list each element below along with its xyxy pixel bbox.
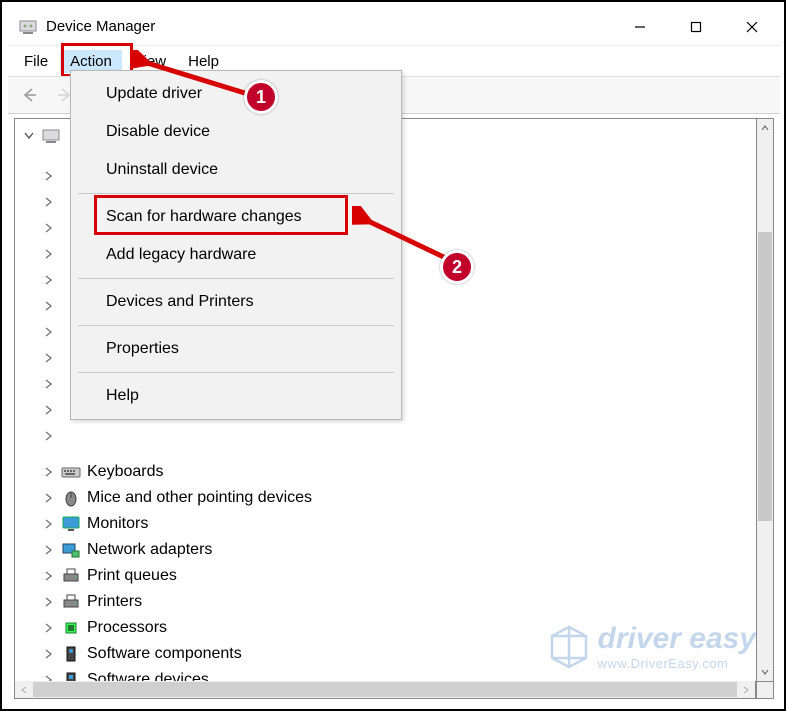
- menu-file[interactable]: File: [14, 50, 58, 73]
- expand-icon[interactable]: [43, 466, 55, 478]
- expand-icon[interactable]: [43, 352, 55, 364]
- expand-icon[interactable]: [43, 518, 55, 530]
- scroll-thumb[interactable]: [758, 232, 772, 521]
- minimize-button[interactable]: [612, 8, 668, 45]
- menu-item-add-legacy[interactable]: Add legacy hardware: [72, 236, 400, 274]
- expand-icon[interactable]: [43, 300, 55, 312]
- expand-icon[interactable]: [43, 274, 55, 286]
- menu-item-help[interactable]: Help: [72, 377, 400, 415]
- expand-icon[interactable]: [43, 430, 55, 442]
- annotation-badge-2: 2: [440, 250, 474, 284]
- scroll-thumb[interactable]: [33, 682, 737, 697]
- menu-item-label: Add legacy hardware: [106, 246, 256, 264]
- device-manager-icon: [18, 17, 38, 37]
- menu-item-update-driver[interactable]: Update driver: [72, 75, 400, 113]
- menu-item-label: Properties: [106, 340, 179, 358]
- window-title: Device Manager: [46, 18, 155, 35]
- menu-separator: [78, 278, 394, 279]
- expand-icon[interactable]: [43, 596, 55, 608]
- menu-item-properties[interactable]: Properties: [72, 330, 400, 368]
- collapse-icon[interactable]: [23, 130, 35, 142]
- printer-icon: [61, 592, 81, 612]
- horizontal-scrollbar[interactable]: [14, 681, 756, 699]
- expand-icon[interactable]: [43, 570, 55, 582]
- watermark-title: driver easy: [598, 624, 756, 654]
- menu-item-label: Update driver: [106, 85, 202, 103]
- tree-item-mice[interactable]: Mice and other pointing devices: [17, 485, 771, 511]
- expand-icon[interactable]: [43, 222, 55, 234]
- menu-item-scan-hardware[interactable]: Scan for hardware changes: [72, 198, 400, 236]
- tree-item-label: Mice and other pointing devices: [87, 489, 312, 507]
- computer-icon: [41, 126, 61, 146]
- action-dropdown-menu: Update driver Disable device Uninstall d…: [70, 70, 402, 420]
- menu-item-disable-device[interactable]: Disable device: [72, 113, 400, 151]
- tree-item-label: Print queues: [87, 567, 177, 585]
- tree-item[interactable]: [17, 423, 771, 449]
- tree-item-printqueues[interactable]: Print queues: [17, 563, 771, 589]
- menu-separator: [78, 193, 394, 194]
- network-icon: [61, 540, 81, 560]
- printer-icon: [61, 566, 81, 586]
- toolbar-back-button[interactable]: [16, 82, 42, 108]
- expand-icon[interactable]: [43, 404, 55, 416]
- tree-item-label: Printers: [87, 593, 142, 611]
- menu-item-label: Devices and Printers: [106, 293, 254, 311]
- scroll-right-button[interactable]: [737, 681, 755, 698]
- menu-item-label: Scan for hardware changes: [106, 208, 302, 226]
- menu-separator: [78, 325, 394, 326]
- watermark: driver easy www.DriverEasy.com: [548, 623, 756, 671]
- expand-icon[interactable]: [43, 492, 55, 504]
- expand-icon[interactable]: [43, 326, 55, 338]
- tree-item-monitors[interactable]: Monitors: [17, 511, 771, 537]
- annotation-badge-1: 1: [244, 80, 278, 114]
- mouse-icon: [61, 488, 81, 508]
- menu-item-uninstall-device[interactable]: Uninstall device: [72, 151, 400, 189]
- scroll-down-button[interactable]: [757, 663, 773, 681]
- scroll-corner: [756, 681, 774, 699]
- tree-item-printers[interactable]: Printers: [17, 589, 771, 615]
- vertical-scrollbar[interactable]: [756, 118, 774, 681]
- tree-item-keyboards[interactable]: Keyboards: [17, 459, 771, 485]
- expand-icon[interactable]: [43, 196, 55, 208]
- keyboard-icon: [61, 462, 81, 482]
- tree-item-label: Processors: [87, 619, 167, 637]
- tree-item-label: Keyboards: [87, 463, 164, 481]
- monitor-icon: [61, 514, 81, 534]
- component-icon: [61, 644, 81, 664]
- title-bar: Device Manager: [8, 8, 780, 46]
- scroll-left-button[interactable]: [15, 681, 33, 698]
- expand-icon[interactable]: [43, 544, 55, 556]
- tree-item-label: Network adapters: [87, 541, 212, 559]
- menu-item-label: Disable device: [106, 123, 210, 141]
- maximize-button[interactable]: [668, 8, 724, 45]
- watermark-url: www.DriverEasy.com: [598, 657, 756, 670]
- watermark-logo-icon: [548, 623, 590, 671]
- expand-icon[interactable]: [43, 648, 55, 660]
- expand-icon[interactable]: [43, 170, 55, 182]
- cpu-icon: [61, 618, 81, 638]
- scroll-up-button[interactable]: [757, 119, 773, 137]
- expand-icon[interactable]: [43, 378, 55, 390]
- close-button[interactable]: [724, 8, 780, 45]
- tree-item-label: Monitors: [87, 515, 148, 533]
- expand-icon[interactable]: [43, 622, 55, 634]
- menu-separator: [78, 372, 394, 373]
- menu-item-label: Help: [106, 387, 139, 405]
- expand-icon[interactable]: [43, 248, 55, 260]
- tree-item-network[interactable]: Network adapters: [17, 537, 771, 563]
- menu-item-devices-printers[interactable]: Devices and Printers: [72, 283, 400, 321]
- menu-item-label: Uninstall device: [106, 161, 218, 179]
- tree-item-label: Software components: [87, 645, 242, 663]
